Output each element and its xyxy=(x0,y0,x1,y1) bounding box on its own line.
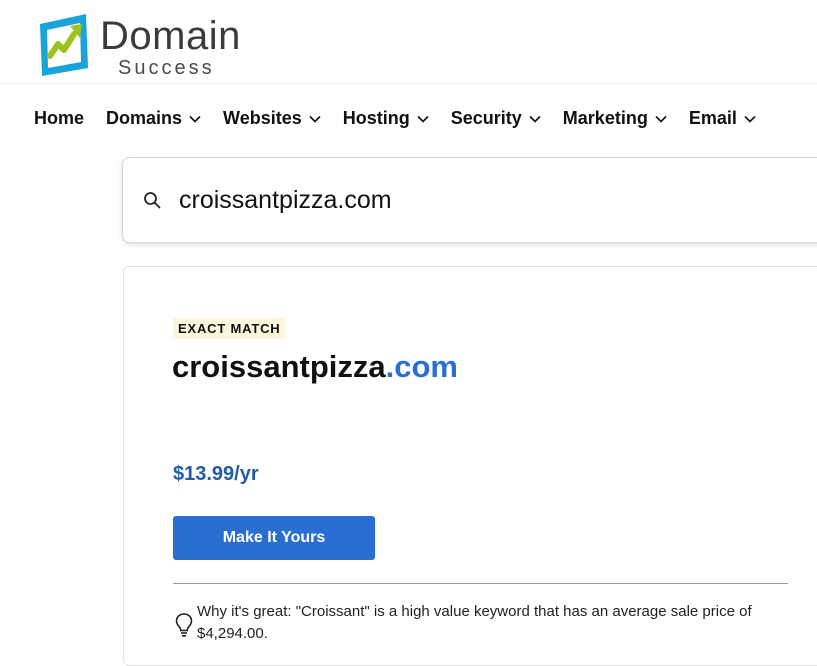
nav-item-label: Email xyxy=(688,108,737,128)
chevron-down-icon xyxy=(417,115,429,123)
result-domain-name: croissantpizza.com xyxy=(172,349,458,385)
nav-item-label: Domains xyxy=(106,108,183,128)
nav-item-marketing[interactable]: Marketing xyxy=(563,108,667,129)
chevron-down-icon xyxy=(655,115,667,123)
why-its-great-tip: Why it's great: "Croissant" is a high va… xyxy=(174,601,784,645)
nav-item-home[interactable]: Home xyxy=(34,108,84,129)
card-divider xyxy=(173,583,788,584)
chevron-down-icon xyxy=(309,115,321,123)
domain-search-input[interactable] xyxy=(179,185,779,215)
make-it-yours-button[interactable]: Make It Yours xyxy=(173,516,375,560)
exact-match-badge: EXACT MATCH xyxy=(173,318,286,339)
main-nav: Home Domains Websites Hosting Security M… xyxy=(34,108,778,129)
chevron-down-icon xyxy=(189,115,201,123)
nav-item-label: Home xyxy=(34,108,85,128)
nav-item-security[interactable]: Security xyxy=(451,108,541,129)
nav-item-label: Security xyxy=(450,108,522,128)
domain-sld: croissantpizza xyxy=(172,349,386,384)
chevron-down-icon xyxy=(529,115,541,123)
domain-search-box[interactable] xyxy=(122,157,817,243)
site-header: Domain Success xyxy=(0,0,817,84)
domain-tld: .com xyxy=(385,349,458,384)
lightbulb-icon xyxy=(175,613,193,637)
nav-item-domains[interactable]: Domains xyxy=(106,108,201,129)
logo-mark-icon xyxy=(40,14,88,76)
tip-text: Why it's great: "Croissant" is a high va… xyxy=(197,603,752,642)
domain-price: $13.99/yr xyxy=(173,463,259,485)
nav-item-websites[interactable]: Websites xyxy=(223,108,321,129)
nav-item-email[interactable]: Email xyxy=(689,108,756,129)
domain-result-card: EXACT MATCH croissantpizza.com $13.99/yr… xyxy=(123,266,817,666)
chevron-down-icon xyxy=(744,115,756,123)
nav-item-label: Marketing xyxy=(562,108,648,128)
nav-item-label: Websites xyxy=(223,108,302,128)
search-icon[interactable] xyxy=(143,191,161,209)
brand-name-line1: Domain xyxy=(100,14,241,58)
brand-logo[interactable]: Domain Success xyxy=(36,10,241,78)
nav-item-label: Hosting xyxy=(342,108,410,128)
nav-item-hosting[interactable]: Hosting xyxy=(343,108,429,129)
brand-name-line2: Success xyxy=(118,57,215,79)
brand-wordmark: Domain Success xyxy=(100,16,241,78)
